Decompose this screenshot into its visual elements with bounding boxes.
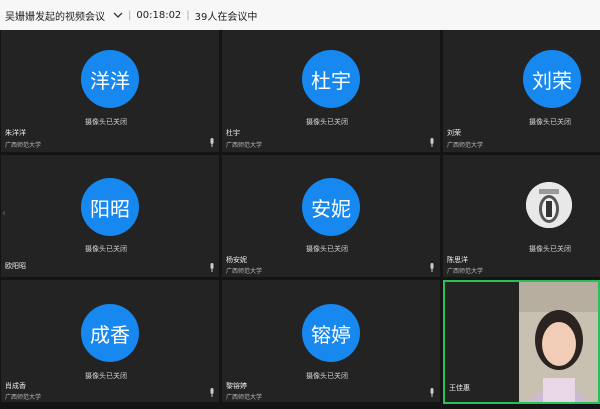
avatar: 成香	[81, 304, 139, 362]
avatar: 镕婷	[302, 304, 360, 362]
camera-status: 摄像头已关闭	[306, 118, 348, 126]
mic-off-icon	[430, 388, 434, 397]
separator: |	[128, 9, 132, 21]
avatar: 洋洋	[81, 50, 139, 108]
camera-status: 摄像头已关闭	[306, 245, 348, 253]
participant-name: 王佳惠	[449, 384, 470, 392]
avatar: 杜宇	[302, 50, 360, 108]
chevron-left-icon[interactable]: ‹	[2, 208, 6, 219]
camera-status: 摄像头已关闭	[85, 372, 127, 380]
avatar: 阳昭	[81, 178, 139, 236]
avatar: 刘荣	[523, 50, 581, 108]
separator: |	[186, 9, 190, 21]
participant-org: 广西师范大学	[226, 142, 263, 149]
mic-off-icon	[210, 263, 214, 272]
participant-tile[interactable]: 成香 摄像头已关闭 肖成香 广西师范大学	[1, 280, 219, 402]
video-grid: 洋洋 摄像头已关闭 朱洋洋 广西师范大学 杜宇 摄像头已关闭 杜宇 广西师范大学…	[0, 30, 600, 409]
participant-tile[interactable]: 杜宇 摄像头已关闭 杜宇 广西师范大学	[222, 30, 440, 152]
mic-off-icon	[210, 138, 214, 147]
participant-name: 刘荣	[447, 129, 461, 137]
participant-tile[interactable]: 阳昭 摄像头已关闭 欧阳昭	[1, 155, 219, 277]
title-bar: 吴姗姗发起的视频会议 | 00:18:02 | 39人在会议中	[0, 0, 600, 30]
camera-status: 摄像头已关闭	[529, 118, 571, 126]
participant-name: 肖成香	[5, 382, 26, 390]
participant-name: 杨安妮	[226, 256, 247, 264]
participant-org: 广西师范大学	[5, 394, 42, 401]
participant-tile[interactable]: 摄像头已关闭 陈思洋 广西师范大学	[443, 155, 600, 277]
meeting-title[interactable]: 吴姗姗发起的视频会议	[5, 8, 105, 23]
participant-video	[519, 282, 598, 402]
participant-name: 欧阳昭	[5, 262, 26, 270]
participants-status[interactable]: 39人在会议中	[195, 8, 258, 23]
camera-status: 摄像头已关闭	[85, 118, 127, 126]
participant-org: 广西师范大学	[5, 142, 42, 149]
profile-photo	[526, 182, 572, 228]
camera-status: 摄像头已关闭	[306, 372, 348, 380]
participant-name: 陈思洋	[447, 256, 468, 264]
participant-name: 杜宇	[226, 129, 240, 137]
participant-tile-active-speaker[interactable]: 王佳惠	[443, 280, 600, 404]
avatar: 安妮	[302, 178, 360, 236]
participant-org: 广西师范大学	[226, 394, 263, 401]
camera-status: 摄像头已关闭	[85, 245, 127, 253]
participant-name: 黎镕婷	[226, 382, 247, 390]
participant-name: 朱洋洋	[5, 129, 26, 137]
mic-off-icon	[430, 263, 434, 272]
camera-status: 摄像头已关闭	[529, 245, 571, 253]
participant-tile[interactable]: 洋洋 摄像头已关闭 朱洋洋 广西师范大学	[1, 30, 219, 152]
mic-off-icon	[210, 388, 214, 397]
participant-tile[interactable]: 镕婷 摄像头已关闭 黎镕婷 广西师范大学	[222, 280, 440, 402]
participant-tile[interactable]: 安妮 摄像头已关闭 杨安妮 广西师范大学	[222, 155, 440, 277]
participant-org: 广西师范大学	[226, 268, 263, 275]
participant-tile[interactable]: 刘荣 摄像头已关闭 刘荣 广西师范大学	[443, 30, 600, 152]
mic-off-icon	[430, 138, 434, 147]
participant-org: 广西师范大学	[447, 268, 484, 275]
participant-org: 广西师范大学	[447, 142, 484, 149]
meeting-timer: 00:18:02	[136, 9, 182, 21]
chevron-down-icon[interactable]	[113, 10, 123, 20]
